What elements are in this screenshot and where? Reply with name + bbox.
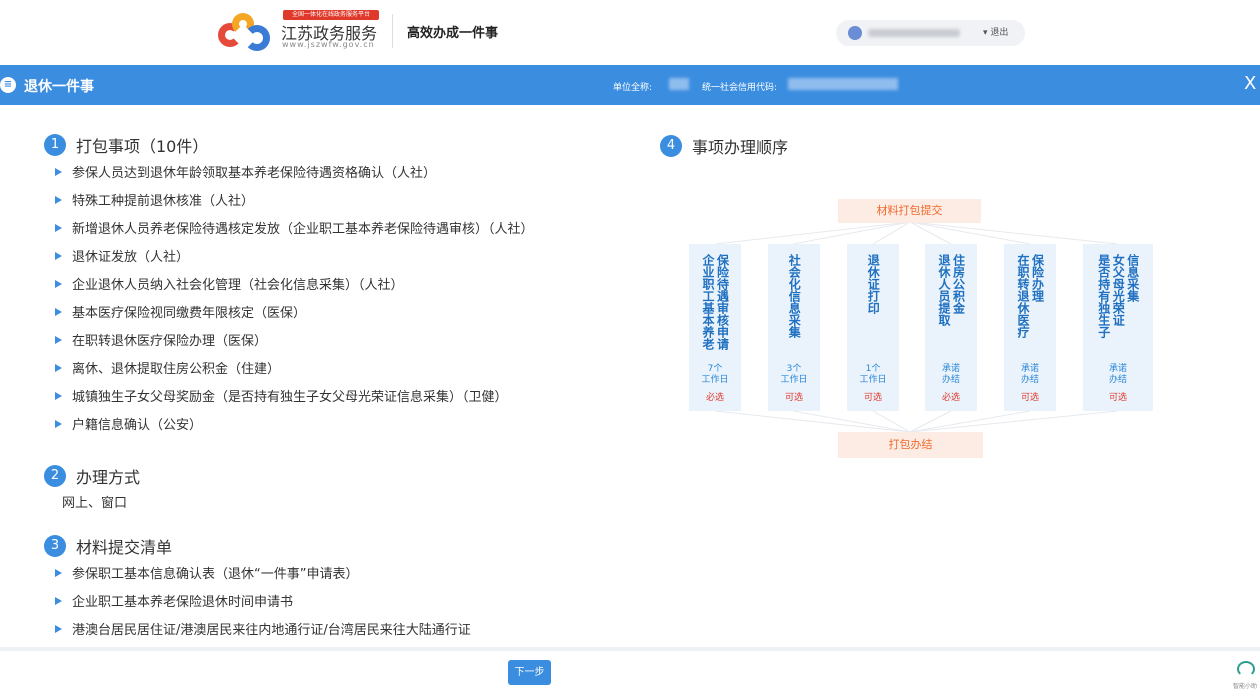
step-title: 社会化信息采集 bbox=[787, 254, 802, 338]
flow-connectors bbox=[714, 221, 1119, 433]
flow-step-social-info: 社会化信息采集 3个 工作日 可选 bbox=[768, 244, 820, 411]
flow-step-medical: 在职转退休医疗 保险办理 承诺 办结 可选 bbox=[1004, 244, 1056, 411]
step-title: 退休人员提取 住房公积金 bbox=[937, 254, 966, 326]
step-duration: 7个 工作日 bbox=[701, 364, 729, 385]
step-requirement: 可选 bbox=[1108, 393, 1127, 403]
step-duration: 承诺 办结 bbox=[1020, 364, 1039, 385]
flow-start-box: 材料打包提交 bbox=[838, 199, 981, 223]
step-title: 是否持有独生子 女父母光荣证 信息采集 bbox=[1096, 254, 1140, 338]
step-requirement: 必选 bbox=[941, 393, 960, 403]
assistant-icon[interactable] bbox=[1237, 661, 1255, 677]
flow-end-box: 打包办结 bbox=[838, 432, 983, 458]
step-duration: 1个 工作日 bbox=[859, 364, 887, 385]
flow-step-housing-fund: 退休人员提取 住房公积金 承诺 办结 必选 bbox=[925, 244, 977, 411]
assistant-label[interactable]: 智能小助 bbox=[1233, 681, 1257, 690]
step-title: 退休证打印 bbox=[866, 254, 881, 314]
step-title: 企业职工基本养老 保险待遇审核申请 bbox=[701, 254, 730, 350]
step-duration: 承诺 办结 bbox=[1108, 364, 1127, 385]
next-step-button[interactable]: 下一步 bbox=[508, 660, 551, 685]
step-requirement: 可选 bbox=[863, 393, 882, 403]
flow-step-certificate: 退休证打印 1个 工作日 可选 bbox=[847, 244, 899, 411]
step-duration: 3个 工作日 bbox=[780, 364, 808, 385]
flow-step-pension: 企业职工基本养老 保险待遇审核申请 7个 工作日 必选 bbox=[689, 244, 741, 411]
bottom-bar bbox=[0, 647, 1260, 700]
step-requirement: 可选 bbox=[1020, 393, 1039, 403]
step-title: 在职转退休医疗 保险办理 bbox=[1016, 254, 1045, 338]
step-duration: 承诺 办结 bbox=[941, 364, 960, 385]
step-requirement: 必选 bbox=[705, 393, 724, 403]
step-requirement: 可选 bbox=[784, 393, 803, 403]
flow-step-one-child: 是否持有独生子 女父母光荣证 信息采集 承诺 办结 可选 bbox=[1083, 244, 1153, 411]
